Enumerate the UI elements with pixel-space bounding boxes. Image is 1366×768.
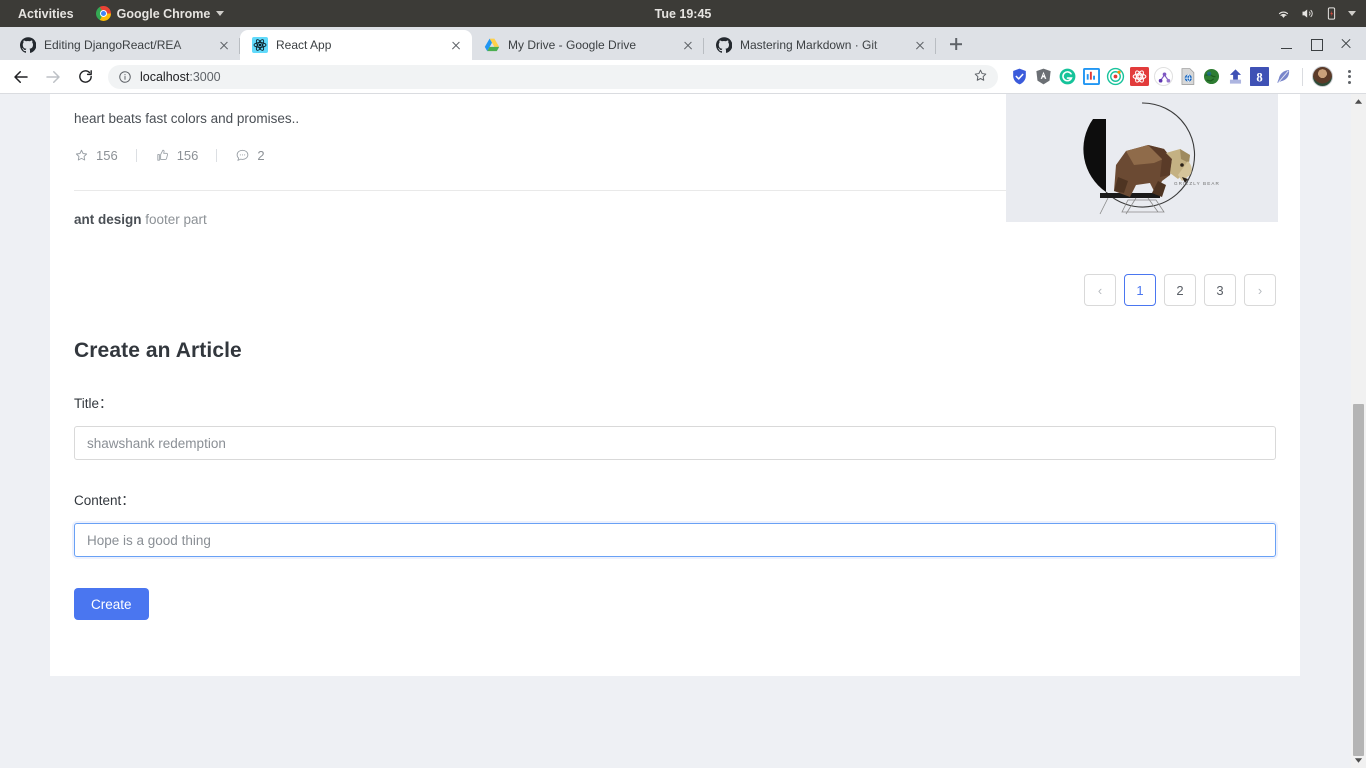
tab-close-icon[interactable] bbox=[216, 37, 232, 53]
react-icon bbox=[252, 37, 268, 53]
stat-stars[interactable]: 156 bbox=[74, 148, 118, 163]
page-viewport: heart beats fast colors and promises.. 1… bbox=[0, 94, 1366, 768]
kebab-menu-icon[interactable] bbox=[1338, 64, 1360, 90]
scroll-up-icon[interactable] bbox=[1351, 94, 1366, 109]
chrome-icon bbox=[95, 6, 111, 21]
article-card: heart beats fast colors and promises.. 1… bbox=[50, 94, 1300, 227]
content-panel: heart beats fast colors and promises.. 1… bbox=[50, 94, 1300, 676]
wifi-icon bbox=[1278, 11, 1289, 18]
create-button[interactable]: Create bbox=[74, 588, 149, 620]
grizzly-bear-illustration: GRIZZLY BEAR bbox=[1083, 102, 1220, 215]
tab-title: React App bbox=[276, 38, 332, 52]
panel-bottom-spacer bbox=[50, 620, 1300, 676]
stat-divider bbox=[135, 149, 137, 162]
google-scholar-icon[interactable]: 8 bbox=[1250, 67, 1269, 86]
address-text: localhost:3000 bbox=[140, 70, 221, 84]
battery-icon bbox=[1327, 7, 1336, 20]
new-tab-button[interactable] bbox=[942, 30, 970, 58]
pagination-prev-button[interactable]: ‹ bbox=[1084, 274, 1116, 306]
volume-icon bbox=[1302, 9, 1313, 18]
browser-tab-2[interactable]: My Drive - Google Drive bbox=[472, 30, 704, 60]
back-button[interactable] bbox=[6, 62, 36, 92]
target-icon[interactable] bbox=[1106, 67, 1125, 86]
browser-toolbar: localhost:3000 8 bbox=[0, 60, 1366, 94]
stat-divider bbox=[216, 149, 218, 162]
scroll-down-icon[interactable] bbox=[1351, 753, 1366, 768]
star-outline-icon bbox=[75, 149, 88, 161]
content-field-label: Content： bbox=[74, 493, 135, 508]
stat-value: 156 bbox=[176, 148, 199, 163]
stat-value: 156 bbox=[96, 148, 118, 163]
app-menu-chrome[interactable]: Google Chrome bbox=[95, 6, 225, 21]
comment-icon bbox=[237, 149, 249, 161]
stat-value: 2 bbox=[257, 148, 265, 163]
svg-text:8: 8 bbox=[1256, 70, 1262, 84]
shield-icon[interactable] bbox=[1010, 67, 1029, 86]
google-drive-icon bbox=[484, 38, 500, 52]
pagination-page-1[interactable]: 1 bbox=[1124, 274, 1156, 306]
page-scrollbar[interactable] bbox=[1351, 94, 1366, 768]
address-port: :3000 bbox=[189, 69, 221, 84]
create-article-form: Create an Article Title： Content： Create bbox=[50, 306, 1300, 620]
tab-title: Editing DjangoReact/REA bbox=[44, 38, 182, 52]
thumbs-up-icon bbox=[157, 149, 168, 161]
extensions-bar: 8 bbox=[1006, 64, 1360, 90]
tray-chevron-down-icon[interactable] bbox=[1348, 11, 1356, 16]
activities-button[interactable]: Activities bbox=[10, 7, 82, 21]
thumbnail-caption: GRIZZLY BEAR bbox=[1174, 181, 1220, 186]
tab-close-icon[interactable] bbox=[448, 37, 464, 53]
content-input[interactable] bbox=[74, 523, 1276, 557]
app-menu-label: Google Chrome bbox=[116, 6, 211, 21]
page-title: Create an Article bbox=[74, 339, 242, 362]
molecule-icon[interactable] bbox=[1154, 67, 1173, 86]
feather-icon[interactable] bbox=[1274, 67, 1293, 86]
pagination-page-3[interactable]: 3 bbox=[1204, 274, 1236, 306]
window-minimize-button[interactable] bbox=[1272, 31, 1300, 57]
tab-title: Mastering Markdown · Git bbox=[740, 38, 878, 52]
browser-tab-1[interactable]: React App bbox=[240, 30, 472, 60]
ant-design-rest: footer part bbox=[141, 212, 207, 227]
forward-button[interactable] bbox=[38, 62, 68, 92]
ant-design-label: ant design bbox=[74, 212, 142, 227]
system-tray[interactable] bbox=[1276, 6, 1356, 21]
title-field-label: Title： bbox=[74, 396, 113, 411]
desktop-top-bar: Activities Google Chrome Tue 19:45 bbox=[0, 0, 1366, 27]
globe-icon[interactable] bbox=[1202, 67, 1221, 86]
title-input[interactable] bbox=[74, 426, 1276, 460]
chevron-down-icon bbox=[216, 11, 225, 16]
tab-close-icon[interactable] bbox=[680, 37, 696, 53]
grammarly-icon[interactable] bbox=[1058, 67, 1077, 86]
info-circle-icon bbox=[119, 70, 131, 83]
github-icon bbox=[20, 37, 36, 53]
toolbar-divider bbox=[1302, 67, 1303, 86]
pagination: ‹ 1 2 3 › bbox=[50, 227, 1300, 306]
browser-tab-strip: Editing DjangoReact/REA React App My Dri… bbox=[0, 27, 1366, 60]
document-icon[interactable] bbox=[1178, 67, 1197, 86]
window-controls bbox=[1272, 31, 1360, 57]
tab-title: My Drive - Google Drive bbox=[508, 38, 637, 52]
window-maximize-button[interactable] bbox=[1302, 31, 1330, 57]
reload-button[interactable] bbox=[70, 62, 100, 92]
address-host: localhost bbox=[140, 69, 190, 84]
stat-comments[interactable]: 2 bbox=[235, 148, 265, 163]
stat-likes[interactable]: 156 bbox=[155, 148, 199, 163]
bookmark-star-icon[interactable] bbox=[973, 68, 988, 86]
redbox-icon[interactable] bbox=[1130, 67, 1149, 86]
browser-tab-3[interactable]: Mastering Markdown · Git bbox=[704, 30, 936, 60]
arrow-up-icon[interactable] bbox=[1226, 67, 1245, 86]
window-close-button[interactable] bbox=[1332, 31, 1360, 57]
avatar[interactable] bbox=[1312, 66, 1333, 87]
bluesquare-icon[interactable] bbox=[1082, 67, 1101, 86]
address-bar[interactable]: localhost:3000 bbox=[108, 64, 998, 89]
angular-icon[interactable] bbox=[1034, 67, 1053, 86]
scrollbar-thumb[interactable] bbox=[1353, 404, 1364, 756]
browser-tab-0[interactable]: Editing DjangoReact/REA bbox=[8, 30, 240, 60]
pagination-page-2[interactable]: 2 bbox=[1164, 274, 1196, 306]
tab-close-icon[interactable] bbox=[912, 37, 928, 53]
pagination-next-button[interactable]: › bbox=[1244, 274, 1276, 306]
github-icon bbox=[716, 37, 732, 53]
article-thumbnail: GRIZZLY BEAR bbox=[1006, 94, 1278, 222]
